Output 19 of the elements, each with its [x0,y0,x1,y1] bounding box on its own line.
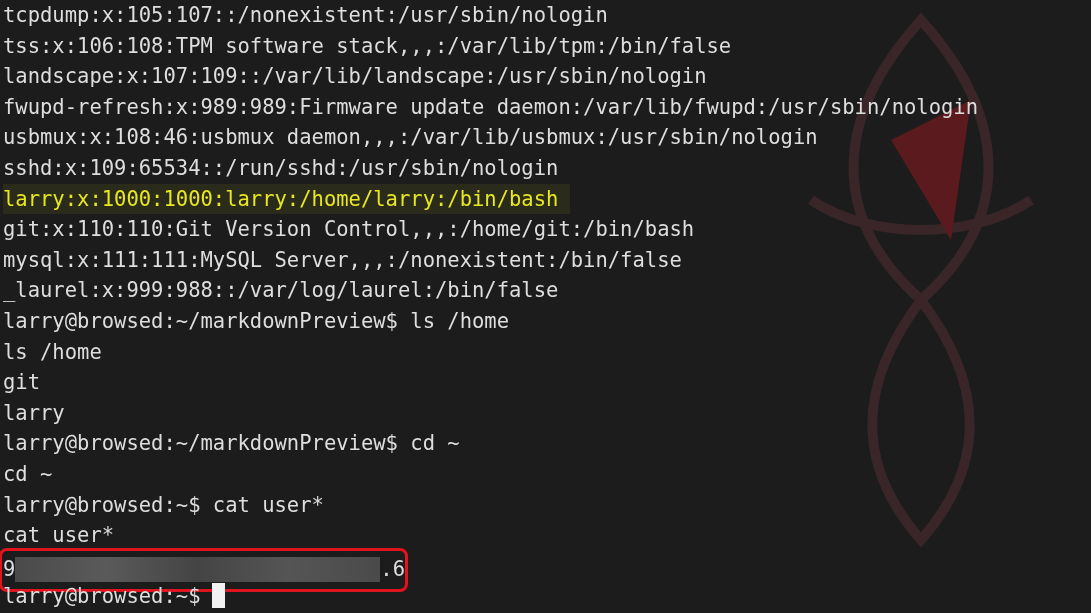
terminal-line: git:x:110:110:Git Version Control,,,:/home/git:/bin/bash [3,216,695,244]
terminal-line: tss:x:106:108:TPM software stack,,,:/var/lib/tpm:/bin/false [3,32,732,60]
terminal-line: sshd:x:109:65534::/run/sshd:/usr/sbin/nologin [3,154,559,182]
output-fragment: 9 [3,556,16,584]
terminal-line: larry@browsed:~$ cat user* [3,491,324,519]
terminal-line: usbmux:x:108:46:usbmux daemon,,,:/var/lib/usbmux:/usr/sbin/nologin [3,124,818,152]
terminal-line: tcpdump:x:105:107::/nonexistent:/usr/sbin/nologin [3,2,608,29]
terminal-line: larry@browsed:~/markdownPreview$ ls /home [3,307,510,335]
terminal-line: cd ~ [3,460,53,488]
terminal-line: cat user* [3,522,115,550]
terminal-line: git [3,369,41,397]
terminal-line: _laurel:x:999:988::/var/log/laurel:/bin/false [3,277,559,305]
terminal-line: ls /home [3,338,102,366]
terminal-line: larry@browsed:~/markdownPreview$ cd ~ [3,430,460,458]
output-fragment: .6 [380,556,405,584]
terminal-line: mysql:x:111:111:MySQL Server,,,:/nonexistent:/bin/false [3,246,682,274]
terminal-line: fwupd-refresh:x:989:989:Firmware update daemon:/var/lib/fwupd:/usr/sbin/nologin [3,93,979,121]
terminal-line: landscape:x:107:109::/var/lib/landscape:/usr/sbin/nologin [3,63,707,91]
terminal-line: larry [3,399,65,427]
